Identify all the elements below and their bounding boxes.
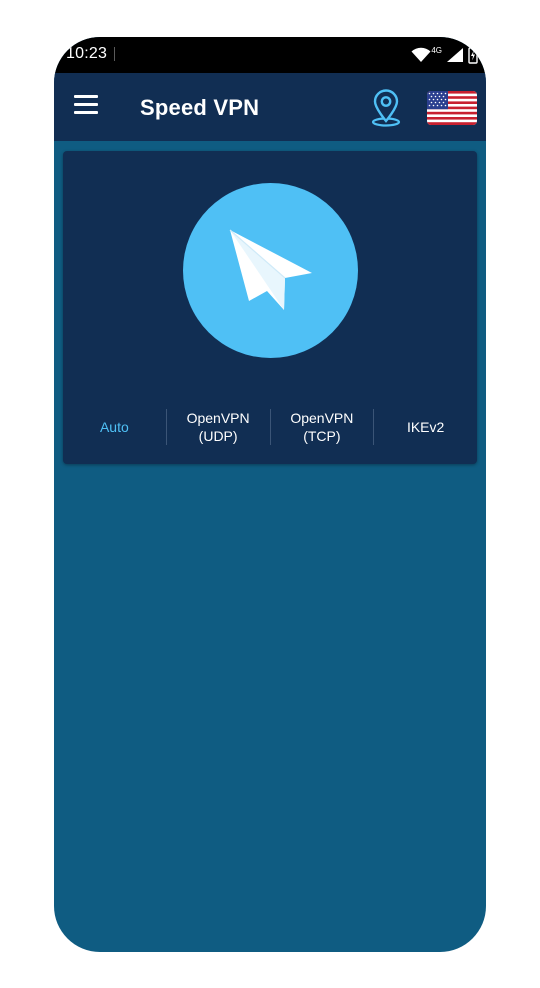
hamburger-menu-icon-line — [74, 111, 98, 114]
signal-icon — [447, 48, 463, 62]
location-pin-icon — [371, 89, 401, 127]
protocol-selector: Auto OpenVPN (UDP) OpenVPN (TCP) IKEv2 — [63, 409, 477, 445]
status-divider — [114, 47, 115, 61]
status-time: 10:23 — [66, 45, 108, 62]
protocol-option-ikev2[interactable]: IKEv2 — [374, 409, 477, 445]
hamburger-menu-icon-line — [74, 95, 98, 98]
connect-button[interactable] — [183, 183, 358, 358]
hamburger-menu-icon-line — [74, 103, 98, 106]
app-bar: Speed VPN — [54, 73, 486, 141]
location-button[interactable] — [370, 89, 402, 127]
app-title: Speed VPN — [140, 95, 260, 120]
network-type-label: 4G — [431, 45, 442, 55]
status-icons: 4G — [411, 43, 478, 67]
protocol-option-auto[interactable]: Auto — [63, 409, 166, 445]
us-flag-icon — [427, 91, 477, 125]
wifi-icon — [411, 47, 431, 62]
country-flag-button[interactable] — [427, 91, 477, 125]
menu-button[interactable] — [74, 95, 100, 117]
status-bar: 10:23 4G — [54, 37, 486, 73]
paper-plane-icon — [229, 229, 312, 310]
connection-card: Auto OpenVPN (UDP) OpenVPN (TCP) IKEv2 — [63, 151, 477, 464]
protocol-option-openvpn-tcp[interactable]: OpenVPN (TCP) — [271, 409, 374, 445]
battery-icon — [468, 46, 478, 64]
protocol-option-openvpn-udp[interactable]: OpenVPN (UDP) — [167, 409, 270, 445]
phone-screen: 10:23 4G Speed VPN Auto OpenVPN (UDP) Op… — [54, 37, 486, 952]
